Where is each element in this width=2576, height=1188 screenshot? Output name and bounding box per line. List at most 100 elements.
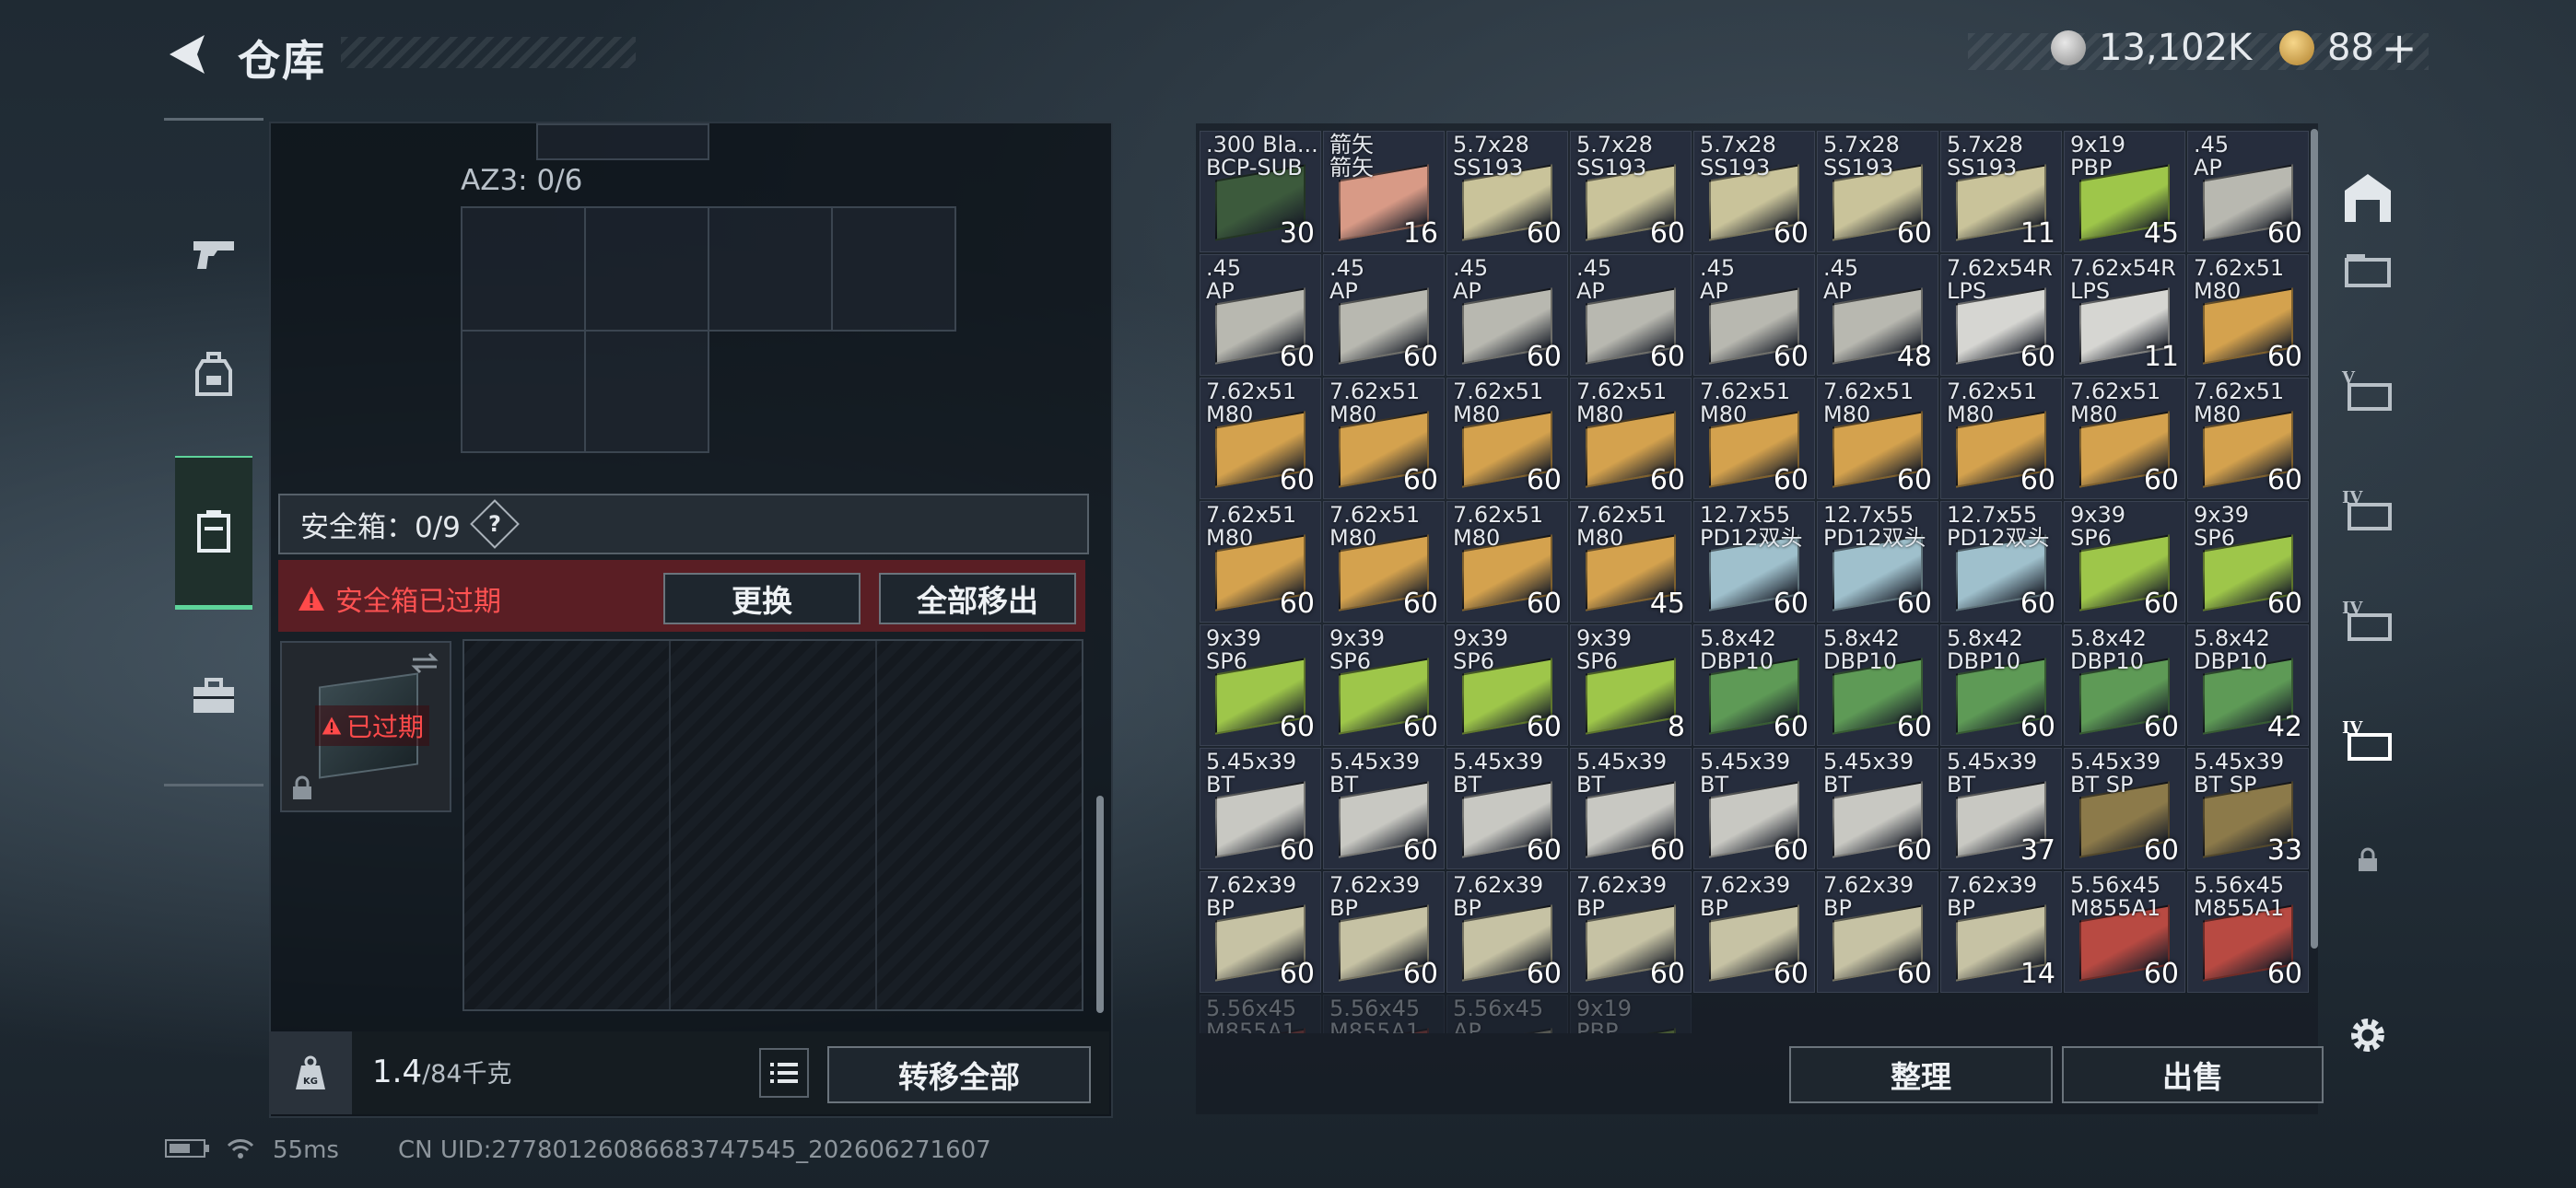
stash-item[interactable]: 5.7x28 SS193 11 — [1940, 131, 2062, 252]
stash-item[interactable]: 5.56x45 AP — [1446, 995, 1568, 1033]
tab-stash-4a[interactable]: IV — [2325, 464, 2410, 556]
stash-item[interactable]: 7.62x51 M80 60 — [1570, 378, 1692, 499]
stash-item[interactable]: 5.45x39 BT 60 — [1200, 748, 1321, 869]
swap-icon[interactable] — [409, 650, 440, 676]
stash-item[interactable]: 5.8x42 DBP10 60 — [1940, 624, 2062, 746]
stash-item[interactable]: 7.62x51 M80 60 — [1323, 378, 1445, 499]
az3-slot[interactable] — [584, 206, 709, 332]
stash-item[interactable]: 7.62x51 M80 60 — [2187, 254, 2309, 376]
stash-item[interactable]: 7.62x51 M80 45 — [1570, 501, 1692, 623]
stash-item[interactable]: 5.45x39 BT SP 60 — [2064, 748, 2185, 869]
sell-button[interactable]: 出售 — [2062, 1046, 2324, 1103]
stash-item[interactable]: 7.62x54R LPS 60 — [1940, 254, 2062, 376]
stash-item[interactable]: 7.62x51 M80 60 — [1693, 378, 1815, 499]
stash-item[interactable]: 7.62x51 M80 60 — [1940, 378, 2062, 499]
stash-item[interactable]: 5.45x39 BT 60 — [1817, 748, 1938, 869]
stash-item[interactable]: 9x19 PBP 45 — [2064, 131, 2185, 252]
stash-item[interactable]: 7.62x51 M80 60 — [1817, 378, 1938, 499]
stash-item[interactable]: 7.62x51 M80 60 — [2064, 378, 2185, 499]
stash-item[interactable]: .45 AP 60 — [2187, 131, 2309, 252]
stash-item[interactable]: 7.62x51 M80 60 — [1446, 501, 1568, 623]
stash-item[interactable]: 7.62x39 BP 14 — [1940, 871, 2062, 993]
stash-item[interactable]: .45 AP 60 — [1446, 254, 1568, 376]
stash-item[interactable]: .45 AP 48 — [1817, 254, 1938, 376]
stash-item[interactable]: 9x39 SP6 60 — [1446, 624, 1568, 746]
stash-item[interactable]: 7.62x39 BP 60 — [1446, 871, 1568, 993]
stash-item[interactable]: 9x39 SP6 8 — [1570, 624, 1692, 746]
stash-item[interactable]: 5.8x42 DBP10 60 — [2064, 624, 2185, 746]
stash-item[interactable]: 9x39 SP6 60 — [1323, 624, 1445, 746]
stash-item[interactable]: 7.62x51 M80 60 — [1200, 501, 1321, 623]
nav-safebox[interactable] — [175, 456, 252, 610]
item-count: 60 — [1526, 711, 1562, 743]
stash-item[interactable]: 12.7x55 PD12双头 60 — [1940, 501, 2062, 623]
add-currency-icon[interactable]: + — [2382, 23, 2418, 73]
back-arrow-icon[interactable] — [164, 31, 212, 77]
nav-toolbox[interactable] — [164, 627, 263, 765]
stash-item[interactable]: 9x19 PBP — [1570, 995, 1692, 1033]
stash-item[interactable]: 5.8x42 DBP10 60 — [1693, 624, 1815, 746]
stash-item[interactable]: 5.45x39 BT SP 33 — [2187, 748, 2309, 869]
stash-item[interactable]: 箭矢 箭矢 16 — [1323, 131, 1445, 252]
stash-item[interactable]: 12.7x55 PD12双头 60 — [1693, 501, 1815, 623]
stash-item[interactable]: .300 Bla... BCP-SUB 30 — [1200, 131, 1321, 252]
stash-item[interactable]: 5.7x28 SS193 60 — [1817, 131, 1938, 252]
safebox-header: 安全箱：0/9 ? — [278, 494, 1089, 554]
stash-item[interactable]: 5.45x39 BT 60 — [1570, 748, 1692, 869]
stash-item[interactable]: 7.62x39 BP 60 — [1693, 871, 1815, 993]
left-scrollbar[interactable] — [1096, 796, 1104, 1013]
stash-item[interactable]: .45 AP 60 — [1323, 254, 1445, 376]
stash-item[interactable]: 7.62x39 BP 60 — [1817, 871, 1938, 993]
stash-item[interactable]: .45 AP 60 — [1693, 254, 1815, 376]
help-icon[interactable]: ? — [470, 499, 520, 549]
stash-item[interactable]: 5.45x39 BT 60 — [1323, 748, 1445, 869]
stash-item[interactable]: 7.62x39 BP 60 — [1200, 871, 1321, 993]
stash-item[interactable]: 5.56x45 M855A1 — [1200, 995, 1321, 1033]
stash-item[interactable]: 7.62x51 M80 60 — [1446, 378, 1568, 499]
safebox-grid[interactable] — [463, 639, 1083, 1011]
tab-stash-5[interactable]: V — [2325, 344, 2410, 437]
stash-item[interactable]: 5.7x28 SS193 60 — [1570, 131, 1692, 252]
az3-slot[interactable] — [831, 206, 956, 332]
stash-item[interactable]: 9x39 SP6 60 — [2064, 501, 2185, 623]
stash-item[interactable]: 5.7x28 SS193 60 — [1693, 131, 1815, 252]
safebox-item[interactable]: 已过期 — [280, 641, 451, 812]
move-all-out-button[interactable]: 全部移出 — [879, 573, 1076, 624]
nav-backpack[interactable] — [164, 305, 263, 443]
stash-item[interactable]: 5.56x45 M855A1 60 — [2187, 871, 2309, 993]
tab-stash-4c-active[interactable]: IV — [2325, 694, 2410, 786]
tab-stash-1[interactable] — [2325, 234, 2410, 308]
stash-item[interactable]: .45 AP 60 — [1200, 254, 1321, 376]
stash-item[interactable]: 5.45x39 BT 37 — [1940, 748, 2062, 869]
stash-scrollbar[interactable] — [2311, 129, 2318, 949]
stash-item[interactable]: 5.45x39 BT 60 — [1693, 748, 1815, 869]
settings-button[interactable] — [2325, 989, 2410, 1081]
stash-item[interactable]: 7.62x51 M80 60 — [2187, 378, 2309, 499]
organize-button[interactable]: 整理 — [1789, 1046, 2053, 1103]
tab-stash-4b[interactable]: IV — [2325, 575, 2410, 667]
transfer-all-button[interactable]: 转移全部 — [827, 1046, 1091, 1103]
currency-gold[interactable]: 88 + — [2279, 23, 2418, 73]
stash-item[interactable]: 7.62x51 M80 60 — [1200, 378, 1321, 499]
stash-item[interactable]: 7.62x51 M80 60 — [1323, 501, 1445, 623]
stash-item[interactable]: 5.8x42 DBP10 42 — [2187, 624, 2309, 746]
az3-slot[interactable] — [461, 330, 586, 453]
stash-item[interactable]: 9x39 SP6 60 — [1200, 624, 1321, 746]
az3-slot[interactable] — [584, 330, 709, 453]
stash-item[interactable]: 5.8x42 DBP10 60 — [1817, 624, 1938, 746]
stash-item[interactable]: 5.45x39 BT 60 — [1446, 748, 1568, 869]
stash-item[interactable]: 5.7x28 SS193 60 — [1446, 131, 1568, 252]
stash-item[interactable]: 7.62x54R LPS 11 — [2064, 254, 2185, 376]
stash-item[interactable]: 7.62x39 BP 60 — [1570, 871, 1692, 993]
stash-item[interactable]: .45 AP 60 — [1570, 254, 1692, 376]
stash-item[interactable]: 5.56x45 M855A1 — [1323, 995, 1445, 1033]
replace-button[interactable]: 更换 — [663, 573, 861, 624]
stash-item[interactable]: 9x39 SP6 60 — [2187, 501, 2309, 623]
az3-slot[interactable] — [708, 206, 833, 332]
stash-item[interactable]: 5.56x45 M855A1 60 — [2064, 871, 2185, 993]
az3-slot[interactable] — [461, 206, 586, 332]
stash-item[interactable]: 7.62x39 BP 60 — [1323, 871, 1445, 993]
stash-item[interactable]: 12.7x55 PD12双头 60 — [1817, 501, 1938, 623]
nav-weapons[interactable] — [164, 185, 263, 323]
list-view-button[interactable] — [759, 1048, 809, 1098]
